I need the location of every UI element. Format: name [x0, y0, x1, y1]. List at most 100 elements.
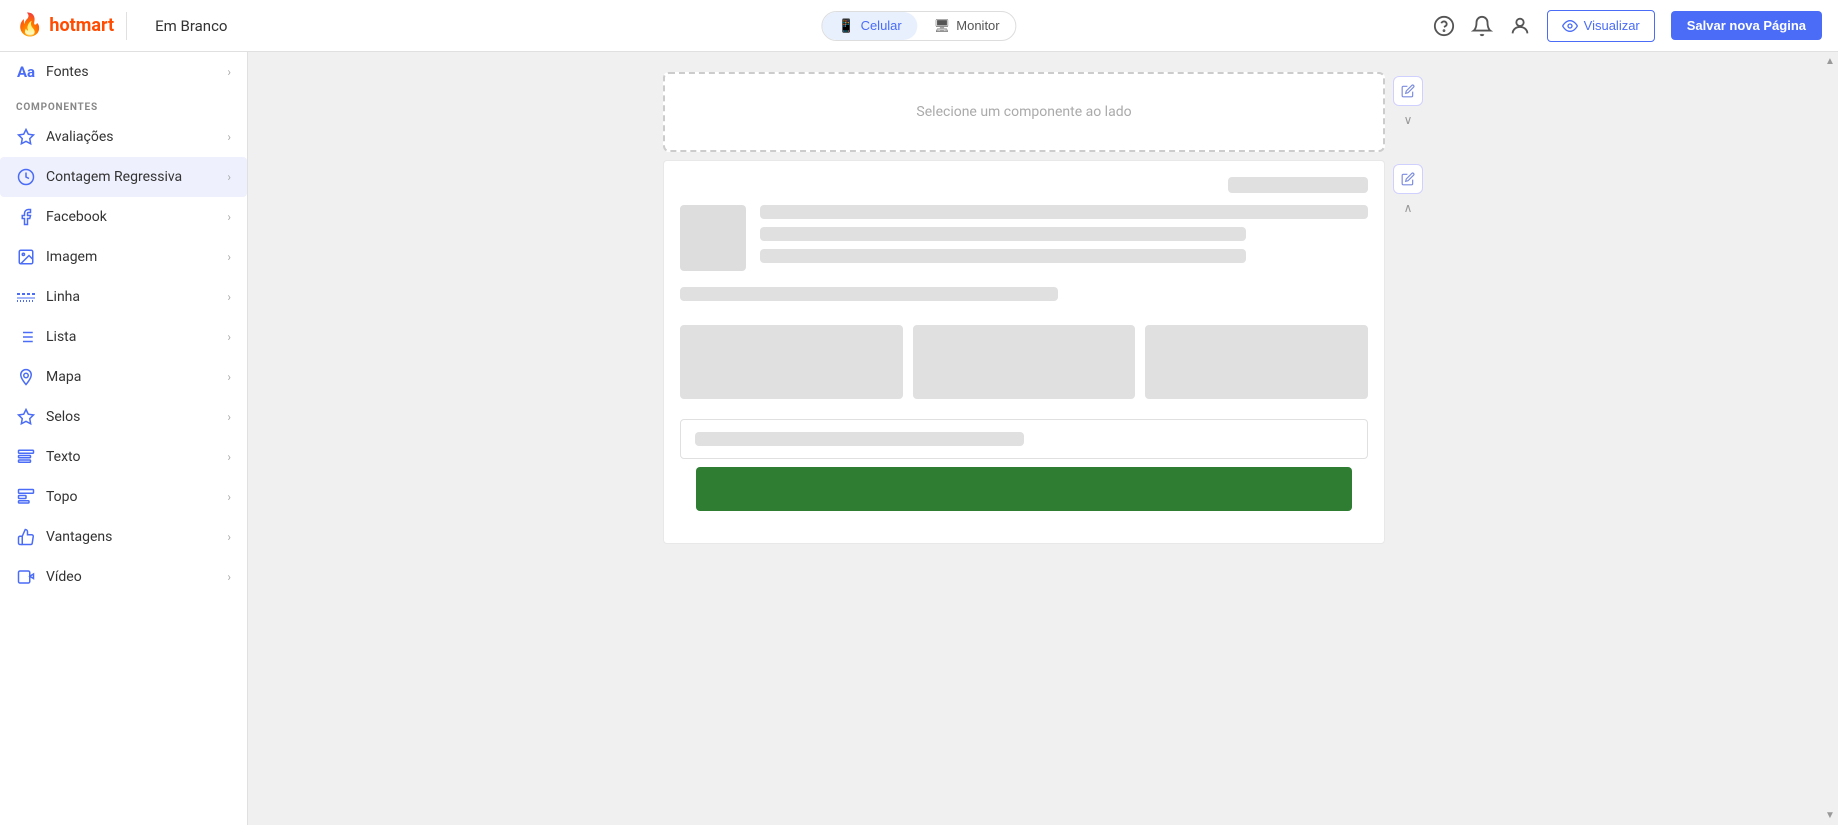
imagem-icon — [16, 247, 36, 267]
edit-slot-main-btn[interactable] — [1393, 164, 1423, 194]
card-inner — [664, 161, 1384, 543]
view-toggle-group: 📱 Celular 🖥 Monitor — [821, 11, 1016, 41]
chevron-facebook: › — [227, 210, 231, 224]
componentes-label: COMPONENTES — [0, 92, 247, 117]
main-layout: Aa Fontes › COMPONENTES Avaliações › — [0, 52, 1838, 825]
chevron-video: › — [227, 570, 231, 584]
mapa-icon — [16, 367, 36, 387]
avatar-btn[interactable] — [1509, 15, 1531, 37]
chevron-linha: › — [227, 290, 231, 304]
three-cards-row — [680, 325, 1368, 399]
sidebar-item-contagem[interactable]: Contagem Regressiva › — [0, 157, 247, 197]
pencil-icon-main — [1401, 172, 1415, 186]
medium-line-row — [680, 287, 1368, 301]
slot-actions-main: ∧ — [1393, 160, 1423, 218]
sidebar-item-texto[interactable]: Texto › — [0, 437, 247, 477]
sidebar-item-imagem[interactable]: Imagem › — [0, 237, 247, 277]
sidebar-item-mapa[interactable]: Mapa › — [0, 357, 247, 397]
chevron-fontes: › — [227, 65, 231, 79]
slot-actions-top: ∨ — [1393, 72, 1423, 130]
logo-text: hotmart — [49, 15, 114, 36]
skeleton-line-2 — [760, 227, 1246, 241]
skeleton-square — [680, 205, 746, 271]
sidebar-item-facebook[interactable]: Facebook › — [0, 197, 247, 237]
texto-icon — [16, 447, 36, 467]
top-bar-row — [680, 177, 1368, 193]
fontes-icon: Aa — [16, 62, 36, 82]
view-toggle: 📱 Celular 🖥 Monitor — [821, 11, 1016, 41]
sidebar: Aa Fontes › COMPONENTES Avaliações › — [0, 52, 248, 825]
help-icon-btn[interactable] — [1433, 15, 1455, 37]
monitor-icon: 🖥 — [934, 18, 951, 34]
sidebar-item-fontes[interactable]: Aa Fontes › — [0, 52, 247, 92]
contagem-icon — [16, 167, 36, 187]
skeleton-input-bar — [695, 432, 1024, 446]
skeleton-line-1 — [760, 205, 1368, 219]
sidebar-item-linha[interactable]: Linha › — [0, 277, 247, 317]
skeleton-lines — [760, 205, 1368, 263]
linha-icon — [16, 287, 36, 307]
chevron-texto: › — [227, 450, 231, 464]
avatar-icon — [1509, 15, 1531, 37]
skeleton-card-3 — [1145, 325, 1368, 399]
collapse-slot-top-btn[interactable]: ∨ — [1398, 110, 1418, 130]
chevron-mapa: › — [227, 370, 231, 384]
logo-flame: 🔥 — [16, 13, 43, 38]
scroll-up-btn[interactable]: ▲ — [1825, 56, 1835, 67]
chevron-selos: › — [227, 410, 231, 424]
green-cta-bar — [696, 467, 1352, 511]
content-row — [680, 205, 1368, 271]
skeleton-card-1 — [680, 325, 903, 399]
chevron-topo: › — [227, 490, 231, 504]
page-wrapper: Selecione um componente ao lado ∨ — [663, 72, 1423, 544]
topo-icon — [16, 487, 36, 507]
canvas-area: ▲ ▼ Selecione um componente ao lado ∨ — [248, 52, 1838, 825]
topbar: 🔥 hotmart Em Branco 📱 Celular 🖥 Monitor — [0, 0, 1838, 52]
page-title: Em Branco — [155, 17, 227, 35]
collapse-slot-main-btn[interactable]: ∧ — [1398, 198, 1418, 218]
bell-icon-btn[interactable] — [1471, 15, 1493, 37]
topbar-left: 🔥 hotmart Em Branco — [16, 12, 227, 40]
chevron-imagem: › — [227, 250, 231, 264]
chevron-contagem: › — [227, 170, 231, 184]
sidebar-item-video[interactable]: Vídeo › — [0, 557, 247, 597]
empty-component-slot[interactable]: Selecione um componente ao lado — [663, 72, 1385, 152]
sidebar-item-avaliacoes[interactable]: Avaliações › — [0, 117, 247, 157]
chevron-vantagens: › — [227, 530, 231, 544]
salvar-btn[interactable]: Salvar nova Página — [1671, 11, 1822, 40]
skeleton-bar-top — [1228, 177, 1368, 193]
input-skeleton-row — [680, 419, 1368, 459]
slot-row-top: Selecione um componente ao lado ∨ — [663, 72, 1423, 152]
visualizar-btn[interactable]: Visualizar — [1547, 10, 1655, 42]
bell-icon — [1471, 15, 1493, 37]
celular-view-btn[interactable]: 📱 Celular — [822, 12, 917, 40]
help-icon — [1433, 15, 1455, 37]
component-card-main — [663, 160, 1385, 544]
sidebar-item-lista[interactable]: Lista › — [0, 317, 247, 357]
eye-icon — [1562, 18, 1578, 34]
sidebar-item-selos[interactable]: Selos › — [0, 397, 247, 437]
edit-slot-top-btn[interactable] — [1393, 76, 1423, 106]
skeleton-medium-line — [680, 287, 1058, 301]
divider — [126, 12, 127, 40]
video-icon — [16, 567, 36, 587]
sidebar-item-vantagens[interactable]: Vantagens › — [0, 517, 247, 557]
chevron-avaliacoes: › — [227, 130, 231, 144]
phone-icon: 📱 — [838, 18, 854, 34]
topbar-right: Visualizar Salvar nova Página — [1433, 10, 1822, 42]
slot-row-main: ∧ — [663, 160, 1423, 544]
sidebar-item-topo[interactable]: Topo › — [0, 477, 247, 517]
skeleton-line-3 — [760, 249, 1246, 263]
chevron-lista: › — [227, 330, 231, 344]
monitor-view-btn[interactable]: 🖥 Monitor — [918, 12, 1016, 40]
avaliacoes-icon — [16, 127, 36, 147]
lista-icon — [16, 327, 36, 347]
facebook-icon — [16, 207, 36, 227]
scrollbar: ▲ ▼ — [1822, 52, 1838, 825]
scroll-down-btn[interactable]: ▼ — [1825, 810, 1835, 821]
selos-icon — [16, 407, 36, 427]
skeleton-card-2 — [913, 325, 1136, 399]
pencil-icon — [1401, 84, 1415, 98]
vantagens-icon — [16, 527, 36, 547]
logo: 🔥 hotmart — [16, 13, 114, 38]
